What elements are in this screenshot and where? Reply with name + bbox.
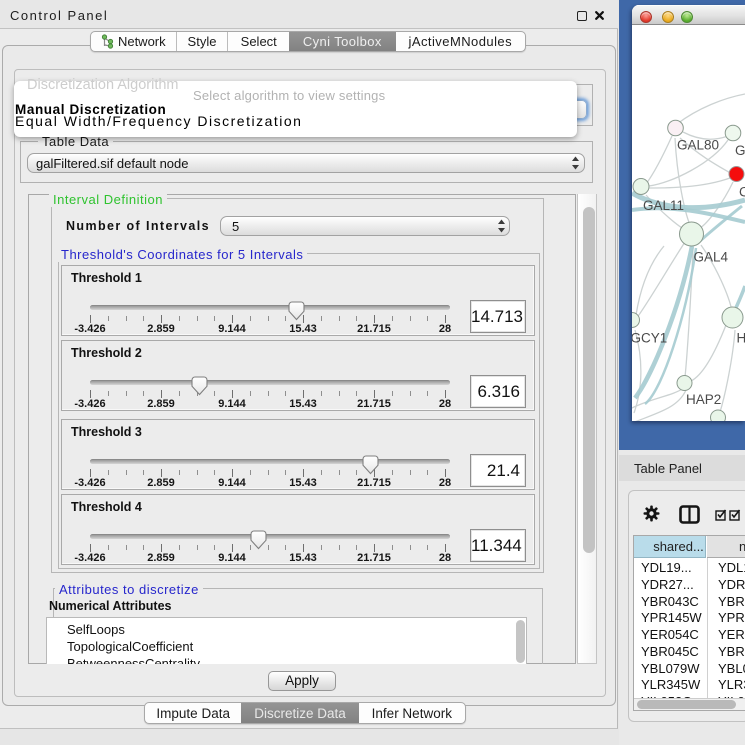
svg-text:C: C: [739, 185, 745, 200]
svg-text:GCY1: GCY1: [632, 331, 667, 346]
svg-text:GAL11: GAL11: [643, 198, 684, 213]
svg-text:GAL4: GAL4: [694, 250, 729, 265]
svg-text:HAP2: HAP2: [686, 392, 721, 407]
svg-text:G.: G.: [735, 143, 745, 158]
svg-text:H: H: [737, 331, 745, 346]
svg-text:GAL80: GAL80: [677, 138, 719, 153]
